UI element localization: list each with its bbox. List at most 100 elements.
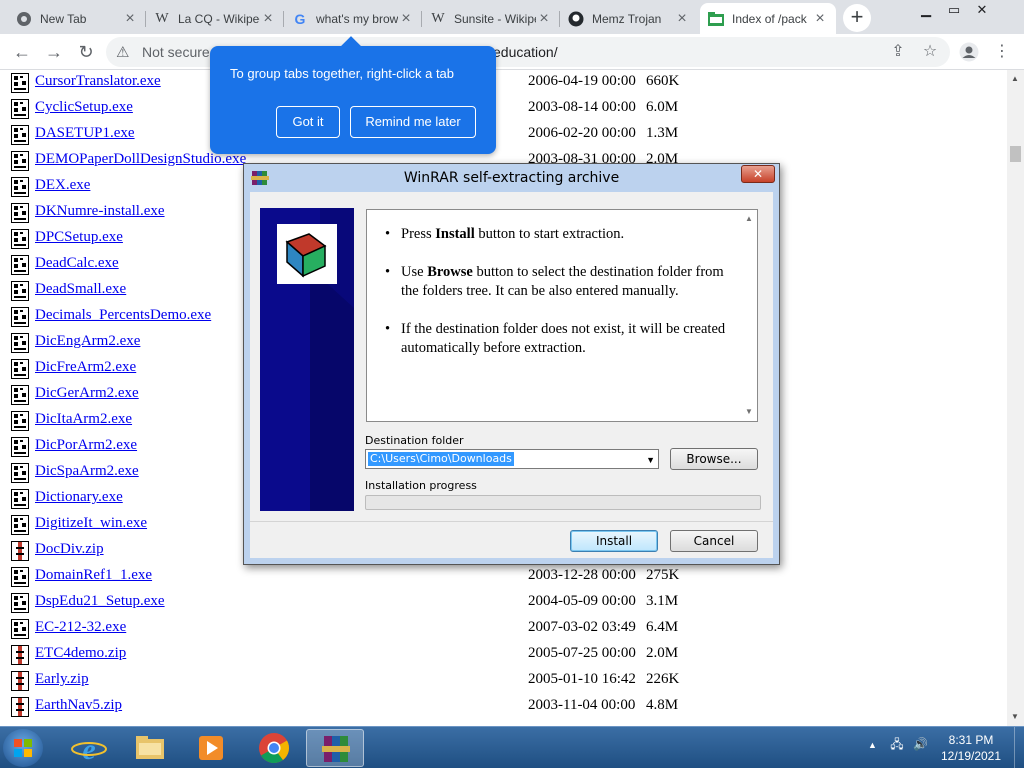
file-link[interactable]: DPCSetup.exe xyxy=(35,229,123,246)
network-icon[interactable]: 🖧 xyxy=(890,737,903,751)
bookmark-star-icon[interactable]: ☆ xyxy=(918,40,942,64)
close-window-icon[interactable]: ✕ xyxy=(968,0,996,19)
close-icon[interactable]: × xyxy=(260,10,276,27)
file-link[interactable]: Early.zip xyxy=(35,671,89,688)
file-link[interactable]: DomainRef1_1.exe xyxy=(35,567,152,584)
scroll-down-arrow-icon[interactable]: ▼ xyxy=(1011,712,1019,721)
page-scrollbar[interactable]: ▲ ▼ xyxy=(1007,70,1024,726)
exe-file-icon xyxy=(11,463,29,483)
profile-icon[interactable] xyxy=(957,40,981,64)
close-icon[interactable]: × xyxy=(674,10,690,27)
tab-whats-my-browser[interactable]: G what's my browser × xyxy=(284,3,422,34)
file-link[interactable]: DASETUP1.exe xyxy=(35,125,135,142)
file-link[interactable]: Decimals_PercentsDemo.exe xyxy=(35,307,211,324)
winrar-sfx-dialog: WinRAR self-extracting archive ✕ Press I… xyxy=(243,163,780,565)
file-link[interactable]: DEX.exe xyxy=(35,177,90,194)
file-link[interactable]: DigitizeIt_win.exe xyxy=(35,515,147,532)
instructions-scrollbar[interactable]: ▲ ▼ xyxy=(741,210,757,421)
file-link[interactable]: DicFreArm2.exe xyxy=(35,359,136,376)
tab-strip: New Tab × W La CQ - Wikipedia × G what's… xyxy=(0,0,1024,34)
maximize-icon[interactable]: ▭ xyxy=(940,0,968,19)
file-link[interactable]: DocDiv.zip xyxy=(35,541,104,558)
share-icon[interactable]: ⇪ xyxy=(886,40,910,64)
taskbar-clock[interactable]: 8:31 PM 12/19/2021 xyxy=(932,732,1010,764)
file-link[interactable]: DicSpaArm2.exe xyxy=(35,463,139,480)
minimize-icon[interactable]: ▁ xyxy=(912,0,940,19)
file-size: 660K xyxy=(646,73,680,89)
table-row: DASETUP1.exe 2006-02-20 00:00 1.3M xyxy=(0,122,1007,148)
file-link[interactable]: DicEngArm2.exe xyxy=(35,333,140,350)
show-hidden-icons-icon[interactable]: ▲ xyxy=(868,740,877,750)
exe-file-icon xyxy=(11,125,29,145)
table-row: DomainRef1_1.exe 2003-12-28 00:00 275K xyxy=(0,564,1007,590)
chrome-taskbar-icon[interactable] xyxy=(245,729,303,767)
close-icon[interactable]: × xyxy=(812,10,828,27)
start-button[interactable] xyxy=(3,729,43,767)
scroll-up-arrow-icon[interactable]: ▲ xyxy=(745,214,753,223)
file-date: 2003-08-14 00:00 xyxy=(528,99,636,115)
file-link[interactable]: ETC4demo.zip xyxy=(35,645,126,662)
browse-button[interactable]: Browse... xyxy=(670,448,758,470)
reload-icon[interactable]: ↻ xyxy=(74,40,98,64)
zip-file-icon xyxy=(11,671,29,691)
exe-file-icon xyxy=(11,593,29,613)
winrar-taskbar-icon[interactable] xyxy=(306,729,364,767)
scrollbar-thumb[interactable] xyxy=(1010,146,1021,162)
file-size: 275K xyxy=(646,567,680,583)
file-link[interactable]: DeadCalc.exe xyxy=(35,255,119,272)
installation-progress-label: Installation progress xyxy=(365,479,477,492)
exe-file-icon xyxy=(11,73,29,93)
file-explorer-taskbar-icon[interactable] xyxy=(121,729,179,767)
file-link[interactable]: CursorTranslator.exe xyxy=(35,73,161,90)
internet-explorer-taskbar-icon[interactable]: e xyxy=(60,729,118,767)
scroll-up-arrow-icon[interactable]: ▲ xyxy=(1011,74,1019,83)
dialog-close-button[interactable]: ✕ xyxy=(741,165,775,183)
table-row: EC-212-32.exe 2007-03-02 03:49 6.4M xyxy=(0,616,1007,642)
exe-file-icon xyxy=(11,307,29,327)
show-desktop-button[interactable] xyxy=(1014,727,1024,768)
destination-folder-combobox[interactable]: C:\Users\Cimo\Downloads ▼ xyxy=(365,449,659,469)
clock-date: 12/19/2021 xyxy=(940,749,1002,763)
got-it-button[interactable]: Got it xyxy=(276,106,340,138)
table-row: CursorTranslator.exe 2006-04-19 00:00 660K xyxy=(0,70,1007,96)
volume-icon[interactable]: 🔊 xyxy=(913,737,928,751)
file-link[interactable]: EC-212-32.exe xyxy=(35,619,126,636)
dialog-titlebar[interactable]: WinRAR self-extracting archive ✕ xyxy=(244,164,779,192)
cancel-button[interactable]: Cancel xyxy=(670,530,758,552)
media-player-taskbar-icon[interactable] xyxy=(182,729,240,767)
github-icon xyxy=(568,11,584,27)
remind-later-button[interactable]: Remind me later xyxy=(350,106,476,138)
tab-new-tab[interactable]: New Tab × xyxy=(8,3,146,34)
close-icon[interactable]: × xyxy=(536,10,552,27)
file-link[interactable]: EarthNav5.zip xyxy=(35,697,122,714)
tab-la-cq[interactable]: W La CQ - Wikipedia × xyxy=(146,3,284,34)
new-tab-button[interactable]: + xyxy=(843,4,871,32)
file-date: 2007-03-02 03:49 xyxy=(528,619,636,635)
forward-icon[interactable]: → xyxy=(42,40,66,64)
tab-sunsite[interactable]: W Sunsite - Wikipedia × xyxy=(422,3,560,34)
wikipedia-icon: W xyxy=(155,10,169,26)
close-icon[interactable]: × xyxy=(122,10,138,27)
file-link[interactable]: DicItaArm2.exe xyxy=(35,411,132,428)
file-link[interactable]: Dictionary.exe xyxy=(35,489,123,506)
table-row: ETC4demo.zip 2005-07-25 00:00 2.0M xyxy=(0,642,1007,668)
tab-index-of-pack[interactable]: Index of /pack × xyxy=(700,3,836,34)
file-link[interactable]: CyclicSetup.exe xyxy=(35,99,133,116)
install-button[interactable]: Install xyxy=(570,530,658,552)
file-link[interactable]: DicPorArm2.exe xyxy=(35,437,137,454)
scroll-down-arrow-icon[interactable]: ▼ xyxy=(745,407,753,416)
exe-file-icon xyxy=(11,99,29,119)
tab-memz-trojan[interactable]: Memz Trojan × xyxy=(560,3,698,34)
file-size: 1.3M xyxy=(646,125,679,141)
exe-file-icon xyxy=(11,177,29,197)
close-icon[interactable]: × xyxy=(398,10,414,27)
file-link[interactable]: DeadSmall.exe xyxy=(35,281,126,298)
file-size: 2.0M xyxy=(646,645,679,661)
chevron-down-icon[interactable]: ▼ xyxy=(646,455,655,465)
file-link[interactable]: DicGerArm2.exe xyxy=(35,385,139,402)
window-controls: ▁ ▭ ✕ xyxy=(912,0,996,22)
file-link[interactable]: DKNumre-install.exe xyxy=(35,203,165,220)
file-link[interactable]: DspEdu21_Setup.exe xyxy=(35,593,165,610)
menu-kebab-icon[interactable]: ⋮ xyxy=(990,40,1014,64)
back-icon[interactable]: ← xyxy=(10,40,34,64)
